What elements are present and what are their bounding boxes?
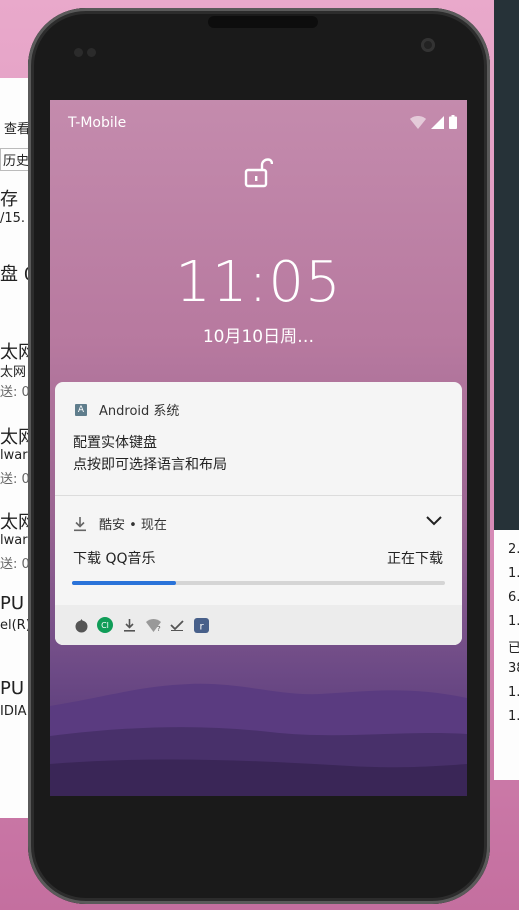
- bg-text: 1.: [508, 709, 519, 724]
- signal-icon: [431, 115, 444, 129]
- checkmark-icon: [169, 617, 185, 633]
- lockscreen: T-Mobile 11:05 10月10日周… A Android 系统 配置实…: [50, 100, 467, 796]
- download-status: 正在下载: [387, 551, 443, 567]
- app-p-icon: r: [193, 617, 209, 633]
- bg-text: IDIA: [0, 704, 27, 719]
- sensor-dots: [74, 42, 100, 61]
- speaker-grille: [208, 16, 318, 28]
- svg-text:?: ?: [157, 625, 161, 632]
- wifi-question-icon: ?: [145, 617, 161, 633]
- bg-text: 太网: [0, 365, 27, 380]
- notification-app-name: 酷安 • 现在: [99, 518, 167, 533]
- notification-app-name: Android 系统: [99, 404, 180, 419]
- bg-text: 已: [508, 641, 519, 656]
- status-bar: T-Mobile: [50, 100, 467, 146]
- status-icons: [410, 115, 457, 129]
- battery-icon: [449, 115, 457, 129]
- bg-text: lwar: [0, 533, 28, 548]
- bg-text: 38: [508, 661, 519, 676]
- bg-dark-panel: [494, 0, 519, 530]
- notification-header: A Android 系统: [75, 400, 179, 419]
- bg-text: 送: 0: [0, 472, 30, 487]
- phone-frame: T-Mobile 11:05 10月10日周… A Android 系统 配置实…: [28, 8, 490, 904]
- mountain-wallpaper: [50, 683, 467, 796]
- carrier-label: T-Mobile: [68, 115, 127, 131]
- lockscreen-date: 10月10日周…: [202, 327, 315, 347]
- download-icon: [121, 617, 137, 633]
- bg-text: 2.: [508, 542, 519, 557]
- notification-text: 点按即可选择语言和布局: [73, 457, 227, 473]
- download-progress-bar: [72, 581, 445, 585]
- download-title: 下载 QQ音乐: [73, 551, 156, 567]
- flame-icon: [73, 617, 89, 633]
- android-system-icon: A: [75, 403, 87, 416]
- download-icon: [74, 516, 86, 531]
- bg-text: /15.: [0, 211, 26, 226]
- background-window-right: 2. 1. 6. 1. 已 38 1. 1.: [494, 0, 519, 910]
- unlocked-padlock-icon[interactable]: [243, 158, 273, 190]
- bg-text: el(R): [0, 618, 31, 633]
- download-progress-fill: [72, 581, 177, 585]
- bg-text: 送: 0: [0, 385, 30, 400]
- lockscreen-clock: 11:05: [175, 250, 342, 315]
- notification-icon-row: Cl ? r: [55, 605, 462, 645]
- notification-panel: A Android 系统 配置实体键盘 点按即可选择语言和布局 酷安 • 现在: [55, 382, 462, 645]
- bg-text: 1.: [508, 685, 519, 700]
- bg-text: 查看: [4, 122, 31, 137]
- svg-text:Cl: Cl: [101, 621, 109, 630]
- bg-text: 1.: [508, 566, 519, 581]
- notification-title: 配置实体键盘: [73, 435, 157, 451]
- bg-text: 6.: [508, 590, 519, 605]
- wifi-icon: [410, 115, 426, 129]
- notification-android-system[interactable]: A Android 系统 配置实体键盘 点按即可选择语言和布局: [55, 382, 462, 495]
- notification-download[interactable]: 酷安 • 现在 下载 QQ音乐 正在下载 Cl ? r: [55, 496, 462, 645]
- chevron-down-icon[interactable]: [426, 516, 442, 526]
- bg-text: 1.: [508, 614, 519, 629]
- bg-text: 存: [0, 189, 18, 210]
- bg-text: 送: 0: [0, 557, 30, 572]
- notification-header: 酷安 • 现在: [73, 514, 167, 533]
- front-camera: [421, 38, 435, 52]
- coolapk-icon: Cl: [97, 617, 113, 633]
- bg-text: lwar: [0, 448, 28, 463]
